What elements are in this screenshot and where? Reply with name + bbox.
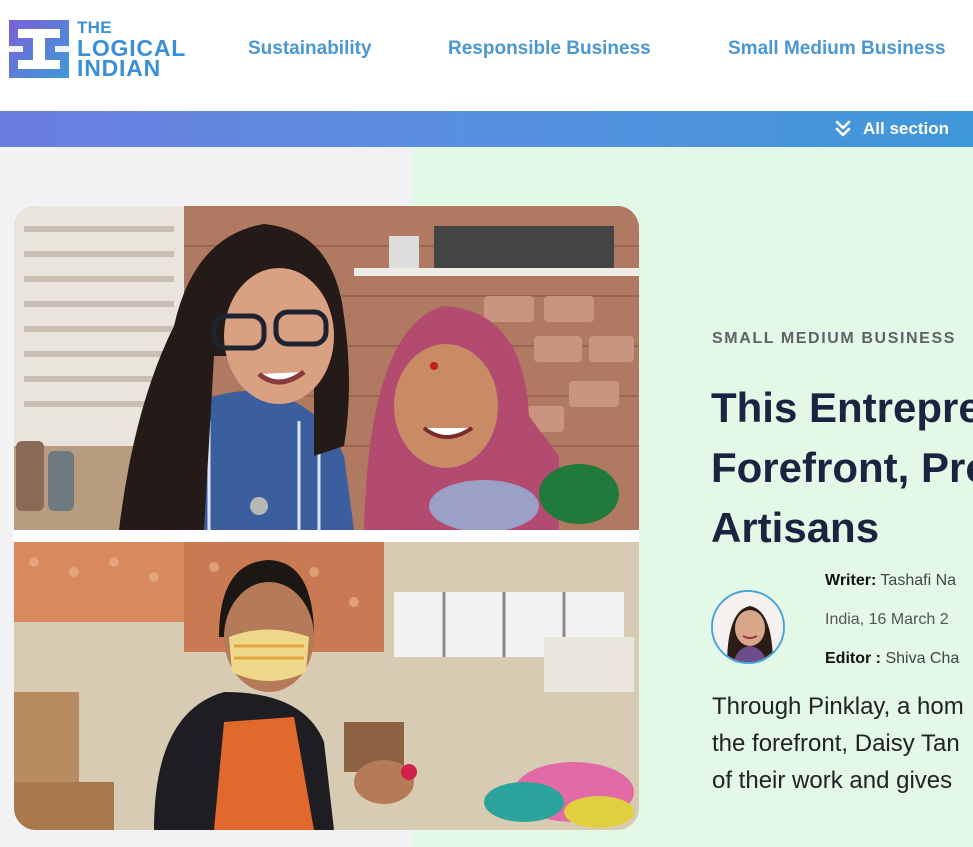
artisans-photo-bottom (14, 542, 639, 830)
double-chevron-down-icon (835, 120, 851, 137)
headline-line-3: Artisans (711, 504, 880, 551)
article-category[interactable]: SMALL MEDIUM BUSINESS (712, 330, 956, 348)
site-logo[interactable]: THE LOGICAL INDIAN (9, 18, 194, 80)
photo-divider (14, 530, 639, 542)
nav-item-small-medium-business[interactable]: Small Medium Business (728, 38, 946, 60)
headline-line-1: This Entrepre (711, 384, 973, 431)
writer-label: Writer: (825, 572, 877, 589)
all-section-label: All section (863, 119, 949, 138)
editor-label: Editor : (825, 650, 881, 667)
headline-line-2: Forefront, Pro (711, 444, 973, 491)
logo-wordmark: THE LOGICAL INDIAN (77, 18, 186, 81)
logo-line-3: INDIAN (77, 55, 162, 81)
summary-line-3: of their work and gives (712, 767, 953, 794)
article-writer: Writer: Tashafi Na (825, 572, 956, 590)
all-section-button[interactable]: All section (835, 118, 949, 140)
nav-item-sustainability[interactable]: Sustainability (248, 38, 372, 60)
summary-line-2: the forefront, Daisy Tan (712, 730, 960, 757)
writer-avatar[interactable] (711, 590, 785, 664)
article-location-date: India, 16 March 2 (825, 611, 949, 628)
artisans-photo-top (14, 206, 639, 530)
site-header: THE LOGICAL INDIAN Sustainability Respon… (0, 0, 973, 111)
article-headline: This Entrepre Forefront, Pro Artisans (711, 378, 973, 558)
logo-mark-icon (9, 20, 69, 78)
writer-name[interactable]: Tashafi Na (880, 572, 956, 589)
editor-name[interactable]: Shiva Cha (885, 650, 959, 667)
article-summary: Through Pinklay, a hom the forefront, Da… (712, 688, 964, 799)
article-editor: Editor : Shiva Cha (825, 650, 959, 668)
nav-item-responsible-business[interactable]: Responsible Business (448, 38, 651, 60)
section-bar: All section (0, 111, 973, 147)
article-feature-image[interactable] (14, 206, 639, 830)
summary-line-1: Through Pinklay, a hom (712, 693, 964, 720)
